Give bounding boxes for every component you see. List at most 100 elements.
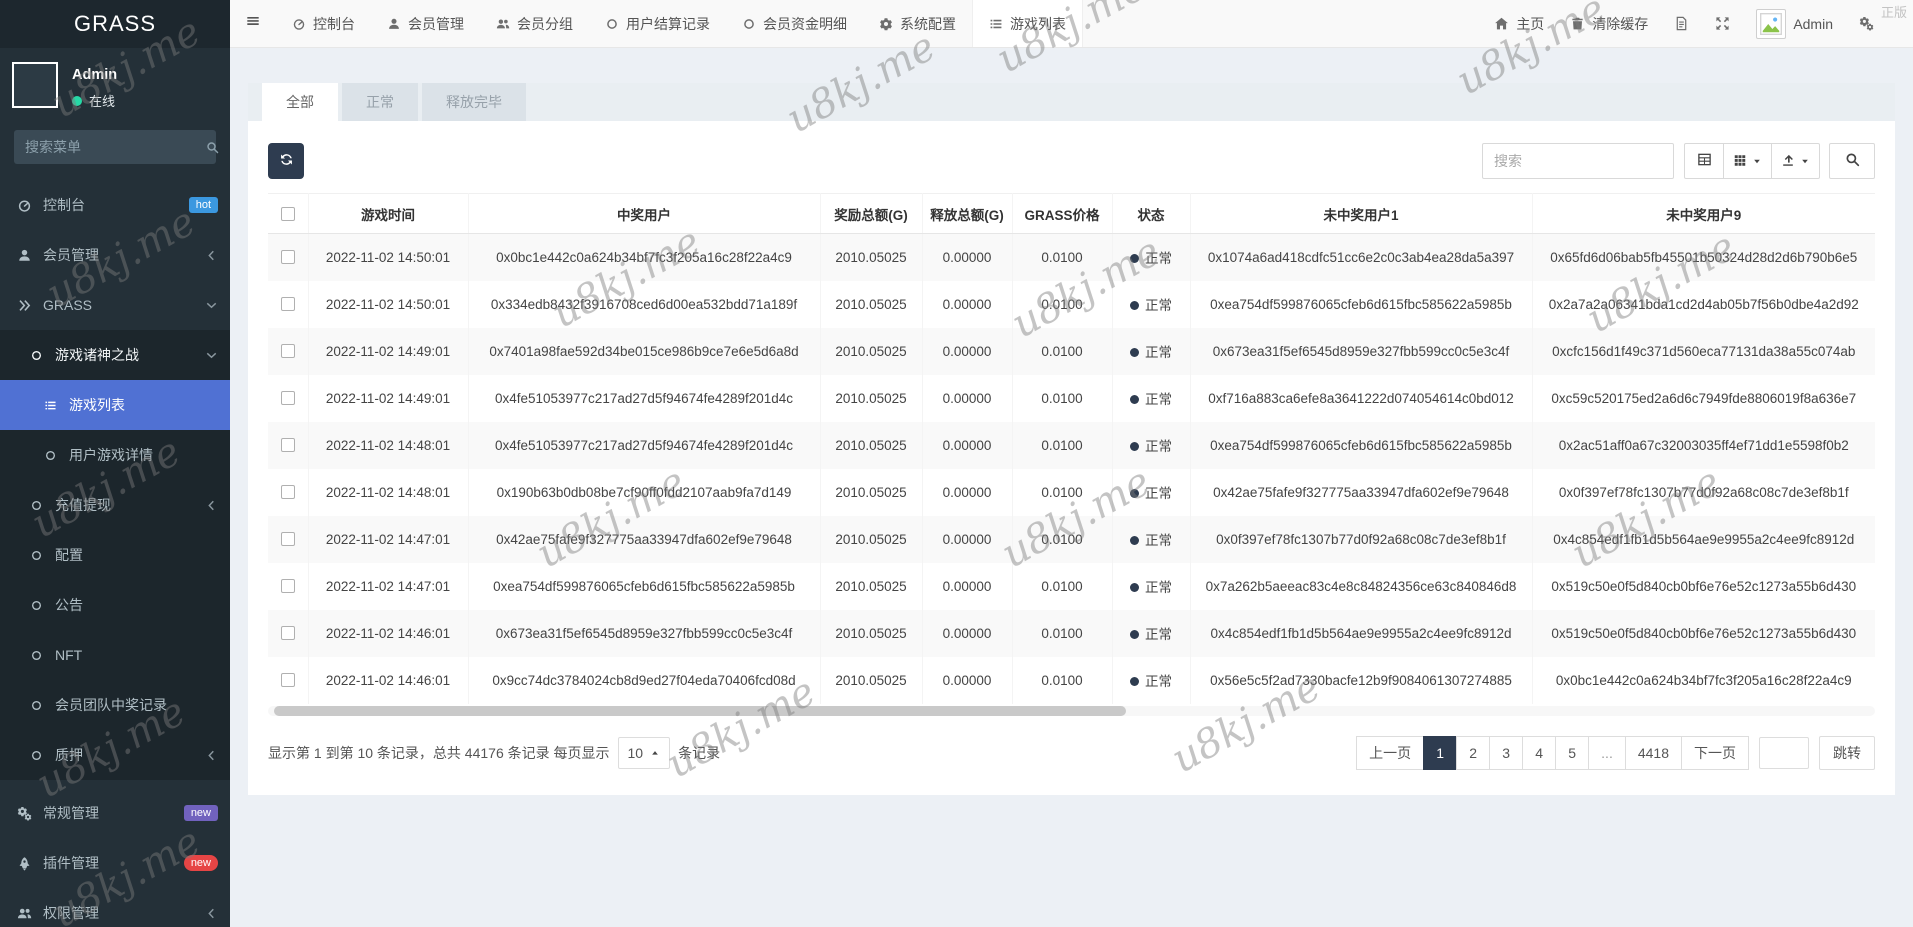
tab-正常[interactable]: 正常 xyxy=(342,83,418,121)
cell-winner-address: 0xea754df599876065cfeb6d615fbc585622a598… xyxy=(468,562,821,610)
sidebar-item-label: 会员团队中奖记录 xyxy=(55,697,167,713)
page-jump-input[interactable] xyxy=(1759,736,1809,769)
pagination-footer: 显示第 1 到第 10 条记录，总共 44176 条记录 每页显示 10 条记录… xyxy=(268,735,1875,770)
sidebar-item-游戏诸神之战[interactable]: 游戏诸神之战 xyxy=(0,330,230,380)
sidebar-search-input[interactable] xyxy=(25,139,206,155)
sidebar-item-label: 权限管理 xyxy=(43,905,99,921)
column-header-状态[interactable]: 状态 xyxy=(1112,193,1191,234)
status-dot xyxy=(1130,489,1139,498)
refresh-button[interactable] xyxy=(268,143,304,179)
sidebar: Admin 在线 控制台 hot 会员管理 GRASS 游戏诸神之战游戏列表用户游戏详情… xyxy=(0,48,230,927)
nav-action-主页[interactable]: 主页 xyxy=(1481,14,1557,34)
row-checkbox[interactable] xyxy=(280,579,295,593)
row-checkbox[interactable] xyxy=(280,673,295,687)
cell-released-total: 0.00000 xyxy=(922,656,1013,704)
column-header-GRASS价格[interactable]: GRASS价格 xyxy=(1012,193,1113,234)
navbar-items: 控制台 会员管理 会员分组 用户结算记录 会员资金明细 系统配置 游戏列表 xyxy=(276,0,1083,47)
cell-winner-address: 0x7401a98fae592d34be015ce986b9ce7e6e5d6a… xyxy=(468,327,821,375)
row-checkbox[interactable] xyxy=(280,297,295,311)
search-icon[interactable] xyxy=(206,141,219,154)
column-header-奖励总额(G)[interactable]: 奖励总额(G) xyxy=(820,193,923,234)
sidebar-item-GRASS[interactable]: GRASS xyxy=(0,280,230,330)
app-logo: GRASS xyxy=(0,0,230,48)
fullscreen-icon xyxy=(1715,16,1730,31)
row-checkbox[interactable] xyxy=(280,344,295,358)
sidebar-item-label: 配置 xyxy=(55,547,83,563)
row-checkbox[interactable] xyxy=(280,485,295,499)
user-avatar xyxy=(12,62,58,108)
tab-释放完毕[interactable]: 释放完毕 xyxy=(422,83,526,121)
nav-item-会员分组[interactable]: 会员分组 xyxy=(480,0,589,47)
column-header-未中奖用户9[interactable]: 未中奖用户9 xyxy=(1532,193,1875,234)
table-search-input[interactable] xyxy=(1482,143,1674,179)
sidebar-item-插件管理[interactable]: 插件管理 new xyxy=(0,838,230,888)
row-checkbox[interactable] xyxy=(280,438,295,452)
page-button-4418[interactable]: 4418 xyxy=(1624,735,1682,770)
page-button-4[interactable]: 4 xyxy=(1522,735,1557,770)
columns-button[interactable] xyxy=(1723,143,1772,179)
new-badge: new xyxy=(183,805,218,821)
toolbar-right xyxy=(1482,143,1875,179)
page-button-上一页[interactable]: 上一页 xyxy=(1356,735,1425,770)
game-records-table: 游戏时间 中奖用户 奖励总额(G) 释放总额(G) GRASS价格 状态 未中奖用户1 未中奖… xyxy=(268,193,1875,704)
cell-loser1-address: 0x42ae75fafe9f327775aa33947dfa602ef9e796… xyxy=(1190,468,1533,516)
column-header-释放总额(G)[interactable]: 释放总额(G) xyxy=(922,193,1013,234)
tab-全部[interactable]: 全部 xyxy=(262,83,338,121)
table-row: 2022-11-02 14:47:01 0x42ae75fafe9f327775a… xyxy=(268,515,1875,563)
nav-item-游戏列表[interactable]: 游戏列表 xyxy=(972,0,1083,47)
row-checkbox[interactable] xyxy=(280,391,295,405)
nav-item-会员资金明细[interactable]: 会员资金明细 xyxy=(726,0,863,47)
sidebar-item-公告[interactable]: 公告 xyxy=(0,580,230,630)
column-header-游戏时间[interactable]: 游戏时间 xyxy=(308,193,469,234)
page-button-下一页[interactable]: 下一页 xyxy=(1681,735,1749,770)
sidebar-item-控制台[interactable]: 控制台 hot xyxy=(0,180,230,230)
sidebar-item-常规管理[interactable]: 常规管理 new xyxy=(0,788,230,838)
row-checkbox[interactable] xyxy=(280,626,295,640)
cell-grass-price: 0.0100 xyxy=(1012,374,1113,422)
nav-item-控制台[interactable]: 控制台 xyxy=(276,0,371,47)
row-checkbox[interactable] xyxy=(280,250,295,265)
sidebar-item-用户游戏详情[interactable]: 用户游戏详情 xyxy=(0,430,230,480)
nav-item-用户结算记录[interactable]: 用户结算记录 xyxy=(589,0,726,47)
paging-toggle-button[interactable] xyxy=(1684,143,1724,179)
search-button[interactable] xyxy=(1829,143,1875,179)
fullscreen-icon[interactable] xyxy=(1702,16,1743,31)
sidebar-item-充值提现[interactable]: 充值提现 xyxy=(0,480,230,530)
sidebar-item-label: GRASS xyxy=(43,297,93,313)
sidebar-item-质押[interactable]: 质押 xyxy=(0,730,230,780)
column-header-中奖用户[interactable]: 中奖用户 xyxy=(468,193,821,234)
row-checkbox[interactable] xyxy=(280,532,295,546)
sidebar-toggle-button[interactable] xyxy=(230,0,276,47)
search-icon xyxy=(1845,152,1860,170)
page-button-2[interactable]: 2 xyxy=(1456,735,1491,770)
language-doc-icon xyxy=(1674,16,1689,31)
page-button-5[interactable]: 5 xyxy=(1555,735,1590,770)
column-header-未中奖用户1[interactable]: 未中奖用户1 xyxy=(1190,193,1533,234)
sidebar-item-NFT[interactable]: NFT xyxy=(0,630,230,680)
horizontal-scrollbar-track xyxy=(268,705,1875,716)
select-all-checkbox[interactable] xyxy=(280,206,295,221)
sidebar-item-配置[interactable]: 配置 xyxy=(0,530,230,580)
sidebar-item-会员团队中奖记录[interactable]: 会员团队中奖记录 xyxy=(0,680,230,730)
horizontal-scrollbar-thumb[interactable] xyxy=(274,705,1126,716)
cell-winner-address: 0x42ae75fafe9f327775aa33947dfa602ef9e796… xyxy=(468,515,821,563)
chevron-left-icon xyxy=(205,499,218,512)
page-button-1[interactable]: 1 xyxy=(1423,735,1458,770)
status-dot xyxy=(1130,254,1139,264)
sidebar-item-游戏列表[interactable]: 游戏列表 xyxy=(0,380,230,430)
cell-status: 正常 xyxy=(1112,562,1191,610)
table-row: 2022-11-02 14:49:01 0x7401a98fae592d34be0… xyxy=(268,327,1875,375)
nav-item-会员管理[interactable]: 会员管理 xyxy=(371,0,480,47)
cell-loser1-address: 0xf716a883ca6efe8a3641222d074054614c0bd0… xyxy=(1190,374,1533,422)
page-button-3[interactable]: 3 xyxy=(1489,735,1524,770)
nav-item-系统配置[interactable]: 系统配置 xyxy=(863,0,972,47)
page-jump-button[interactable]: 跳转 xyxy=(1819,735,1875,770)
sidebar-item-会员管理[interactable]: 会员管理 xyxy=(0,230,230,280)
new-badge: new xyxy=(183,855,218,871)
user-menu[interactable]: Admin xyxy=(1743,8,1846,39)
export-button[interactable] xyxy=(1771,143,1820,179)
sidebar-item-权限管理[interactable]: 权限管理 xyxy=(0,888,230,927)
nav-action-清除缓存[interactable]: 清除缓存 xyxy=(1557,14,1661,34)
per-page-select[interactable]: 10 xyxy=(617,736,671,769)
language-doc-icon[interactable] xyxy=(1661,16,1702,31)
